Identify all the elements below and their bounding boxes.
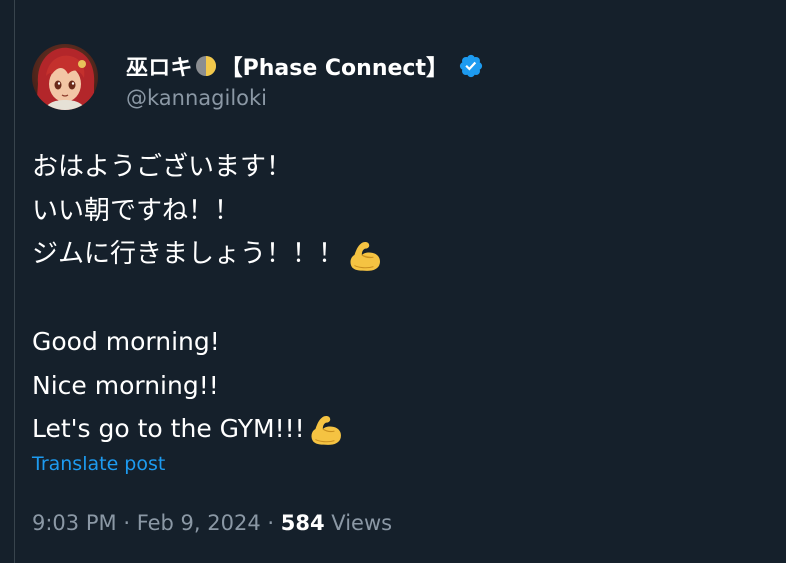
tweet-card: 巫ロキ 【Phase Connect】 @kannagiloki おはようござい… bbox=[0, 0, 786, 563]
tweet-line-en-1: Good morning! bbox=[32, 327, 220, 356]
tweet-meta: 9:03 PM · Feb 9, 2024 · 584 Views bbox=[32, 511, 392, 535]
author-info: 巫ロキ 【Phase Connect】 @kannagiloki bbox=[126, 50, 484, 110]
views-count[interactable]: 584 bbox=[281, 511, 325, 535]
flexed-biceps-icon bbox=[311, 415, 341, 445]
avatar[interactable] bbox=[32, 44, 98, 110]
avatar-image bbox=[32, 44, 98, 110]
last-quarter-moon-icon bbox=[195, 56, 216, 76]
name-row[interactable]: 巫ロキ 【Phase Connect】 bbox=[126, 50, 484, 82]
translate-post-link[interactable]: Translate post bbox=[32, 453, 165, 475]
thread-divider bbox=[14, 0, 15, 563]
tweet-line-jp-2: いい朝ですね！！ bbox=[32, 195, 241, 226]
flexed-biceps-icon bbox=[350, 241, 380, 271]
post-time[interactable]: 9:03 PM bbox=[32, 511, 117, 535]
post-date[interactable]: Feb 9, 2024 bbox=[137, 511, 261, 535]
tweet-line-jp-3: ジムに行きましょう！！！ bbox=[32, 239, 345, 269]
tweet-line-en-3: Let's go to the GYM!!! bbox=[32, 414, 305, 443]
verified-badge-icon[interactable] bbox=[458, 53, 484, 79]
tweet-header: 巫ロキ 【Phase Connect】 @kannagiloki bbox=[32, 44, 484, 116]
tweet-line-en-3-row: Let's go to the GYM!!! bbox=[32, 407, 752, 451]
tweet-text: おはようございます！ いい朝ですね！！ ジムに行きましょう！！！ Good mo… bbox=[32, 146, 752, 451]
meta-separator: · bbox=[267, 511, 275, 535]
tweet-line-jp-3-row: ジムに行きましょう！！！ bbox=[32, 233, 752, 277]
affiliation-tag[interactable]: 【Phase Connect】 bbox=[221, 50, 448, 82]
tweet-line-en-2: Nice morning!! bbox=[32, 370, 219, 400]
views-label: Views bbox=[331, 511, 393, 535]
author-handle[interactable]: @kannagiloki bbox=[126, 86, 484, 110]
meta-separator: · bbox=[123, 511, 130, 535]
display-name[interactable]: 巫ロキ bbox=[126, 50, 193, 82]
tweet-line-jp-1: おはようございます！ bbox=[32, 152, 293, 182]
